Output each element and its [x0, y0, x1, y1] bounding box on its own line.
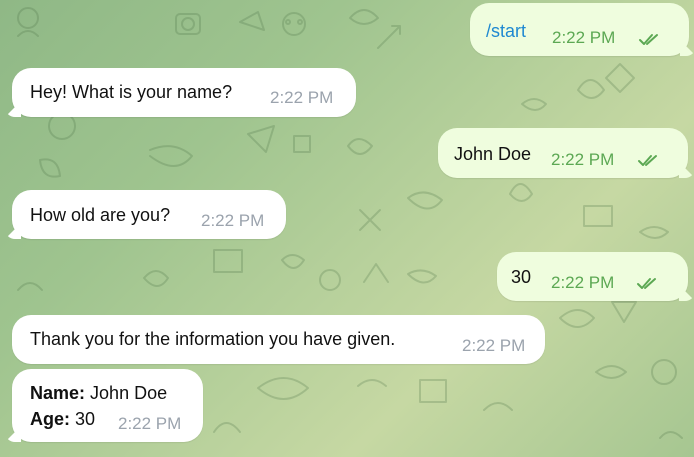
- message-text: Hey! What is your name?: [30, 82, 233, 102]
- message-time: 2:22 PM: [551, 150, 615, 169]
- outgoing-message-start[interactable]: /start 2:22 PM: [470, 3, 689, 56]
- incoming-message-thank-you[interactable]: Thank you for the information you have g…: [12, 315, 545, 364]
- message-time: 2:22 PM: [201, 211, 265, 230]
- message-text: John Doe: [454, 144, 532, 164]
- age-label: Age:: [30, 409, 70, 429]
- chat-history: /start 2:22 PM Hey! What is your name? 2…: [0, 0, 694, 457]
- age-value: 30: [75, 409, 96, 429]
- command-text[interactable]: /start: [486, 20, 526, 42]
- message-time: 2:22 PM: [462, 336, 526, 355]
- double-check-icon: [637, 278, 656, 289]
- message-time: 2:22 PM: [552, 28, 616, 47]
- double-check-icon: [638, 155, 657, 166]
- summary-name-row: Name: John Doe: [30, 382, 167, 404]
- summary-age-row: Age: 30: [30, 408, 95, 430]
- message-text: 30: [511, 267, 532, 287]
- outgoing-message-age[interactable]: 30 2:22 PM: [497, 252, 688, 301]
- incoming-message-name-question[interactable]: Hey! What is your name? 2:22 PM: [12, 68, 356, 117]
- outgoing-message-name[interactable]: John Doe 2:22 PM: [438, 128, 688, 178]
- name-label: Name:: [30, 383, 86, 403]
- double-check-icon: [639, 34, 658, 45]
- incoming-message-summary[interactable]: Name: John Doe Age: 30 2:22 PM: [12, 369, 203, 442]
- incoming-message-age-question[interactable]: How old are you? 2:22 PM: [12, 190, 286, 239]
- message-time: 2:22 PM: [270, 88, 334, 107]
- message-text: How old are you?: [30, 205, 171, 225]
- name-value: John Doe: [90, 383, 168, 403]
- message-time: 2:22 PM: [118, 414, 182, 433]
- message-text: Thank you for the information you have g…: [30, 329, 396, 349]
- message-time: 2:22 PM: [551, 273, 615, 292]
